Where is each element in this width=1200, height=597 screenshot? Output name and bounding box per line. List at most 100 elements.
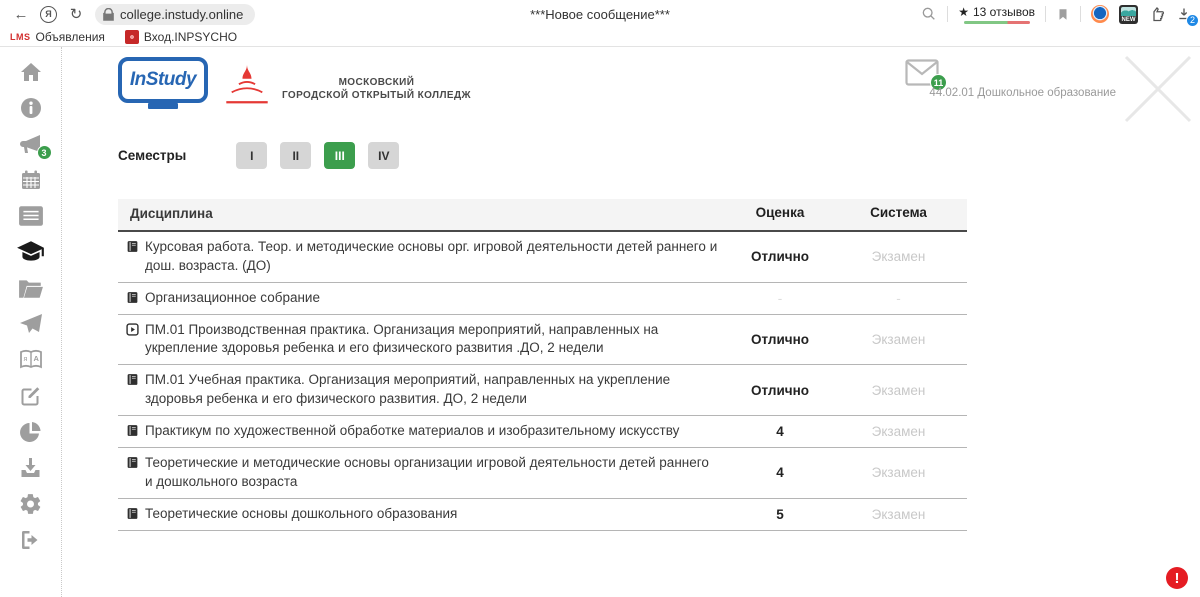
discipline-text: Теоретические и методические основы орга… bbox=[145, 454, 720, 492]
grade-cell: Отлично bbox=[730, 243, 830, 270]
pie-chart-icon bbox=[18, 420, 43, 444]
system-cell: Экзамен bbox=[830, 243, 967, 270]
mail-button[interactable]: 11 bbox=[905, 59, 939, 86]
new-extension-art bbox=[1121, 7, 1136, 16]
sidebar-item-grades[interactable] bbox=[16, 239, 46, 265]
toolbar-divider bbox=[947, 6, 948, 22]
college-tower-icon bbox=[220, 61, 274, 111]
sidebar-item-info[interactable] bbox=[16, 95, 46, 121]
table-header-row: Дисциплина Оценка Система bbox=[118, 199, 967, 232]
book-icon bbox=[126, 291, 139, 304]
yandex-browser-icon[interactable]: Я bbox=[40, 6, 57, 23]
bookmark-flag-icon[interactable] bbox=[1056, 6, 1070, 23]
column-header-grade: Оценка bbox=[730, 199, 830, 230]
sidebar-item-dictionary[interactable]: яA bbox=[16, 347, 46, 373]
new-extension-icon[interactable]: NEW bbox=[1119, 5, 1138, 24]
browser-toolbar: ← Я ↻ college.instudy.online ***Новое со… bbox=[0, 0, 1200, 28]
new-badge: NEW bbox=[1119, 16, 1138, 24]
table-row[interactable]: Теоретические основы дошкольного образов… bbox=[118, 499, 967, 531]
sidebar-item-announcements[interactable]: 3 bbox=[16, 131, 46, 157]
semester-button-IV[interactable]: IV bbox=[368, 142, 399, 169]
system-cell: Экзамен bbox=[830, 377, 967, 404]
close-icon[interactable] bbox=[1118, 49, 1198, 129]
grade-cell: 4 bbox=[730, 418, 830, 445]
system-cell: Экзамен bbox=[830, 459, 967, 486]
toolbar-divider bbox=[1045, 6, 1046, 22]
instudy-logo-text: InStudy bbox=[130, 69, 196, 91]
college-name-line2: ГОРОДСКОЙ ОТКРЫТЫЙ КОЛЛЕДЖ bbox=[282, 89, 471, 102]
back-icon[interactable]: ← bbox=[8, 6, 34, 23]
semester-button-I[interactable]: I bbox=[236, 142, 267, 169]
discipline-text: Теоретические основы дошкольного образов… bbox=[145, 505, 457, 524]
system-cell: Экзамен bbox=[830, 326, 967, 353]
bookmark-label: Объявления bbox=[36, 30, 105, 44]
college-name-line1: МОСКОВСКИЙ bbox=[282, 76, 471, 89]
book-icon bbox=[126, 456, 139, 469]
discipline-text: Практикум по художественной обработке ма… bbox=[145, 422, 679, 441]
downloads-button[interactable]: 2 bbox=[1176, 6, 1192, 23]
logout-icon bbox=[18, 528, 43, 552]
main-content: InStudy МОСКОВСКИЙ ГОРОДСКОЙ ОТКРЫТЫЙ КО… bbox=[62, 47, 1200, 597]
alert-button[interactable]: ! bbox=[1166, 567, 1188, 589]
sidebar-item-downloads[interactable] bbox=[16, 455, 46, 481]
sidebar-item-tests[interactable] bbox=[16, 383, 46, 409]
table-row[interactable]: ПМ.01 Учебная практика. Организация меро… bbox=[118, 365, 967, 416]
sidebar: 3 яA bbox=[0, 47, 62, 597]
browser-extension-icon[interactable] bbox=[1091, 5, 1109, 23]
sidebar-item-calendar[interactable] bbox=[16, 167, 46, 193]
sidebar-item-journal[interactable] bbox=[16, 203, 46, 229]
column-header-system: Система bbox=[830, 199, 967, 230]
reviews-count: 13 отзывов bbox=[973, 5, 1035, 19]
search-icon[interactable] bbox=[921, 6, 937, 22]
grade-cell: Отлично bbox=[730, 326, 830, 353]
grade-cell: Отлично bbox=[730, 377, 830, 404]
announcements-badge: 3 bbox=[37, 145, 52, 160]
book-icon bbox=[126, 373, 139, 386]
table-row[interactable]: ПМ.01 Производственная практика. Организ… bbox=[118, 315, 967, 366]
discipline-text: Курсовая работа. Теор. и методические ос… bbox=[145, 238, 720, 276]
gear-icon bbox=[18, 492, 43, 516]
star-icon: ★ bbox=[958, 5, 969, 19]
sidebar-item-settings[interactable] bbox=[16, 491, 46, 517]
address-bar[interactable]: college.instudy.online bbox=[95, 4, 255, 25]
semester-button-III[interactable]: III bbox=[324, 142, 355, 169]
list-card-icon bbox=[18, 205, 44, 227]
table-row[interactable]: Теоретические и методические основы орга… bbox=[118, 448, 967, 499]
bookmark-label: Вход.INPSYCHO bbox=[144, 30, 237, 44]
bookmarks-bar: LMS Объявления Вход.INPSYCHO bbox=[0, 28, 1200, 47]
sidebar-item-materials[interactable] bbox=[16, 275, 46, 301]
table-row[interactable]: Практикум по художественной обработке ма… bbox=[118, 416, 967, 448]
play-icon bbox=[126, 323, 139, 336]
svg-text:я: я bbox=[23, 356, 27, 363]
semester-switcher: Семестры IIIIIIIV bbox=[118, 142, 412, 169]
column-header-discipline: Дисциплина bbox=[118, 199, 730, 230]
lock-icon bbox=[103, 8, 114, 21]
info-icon bbox=[19, 96, 43, 120]
reviews-widget[interactable]: ★ 13 отзывов bbox=[958, 5, 1035, 24]
hand-extension-icon[interactable] bbox=[1148, 5, 1166, 23]
book-icon bbox=[126, 507, 139, 520]
bookmark-announcements[interactable]: LMS Объявления bbox=[10, 30, 105, 44]
grade-cell: 4 bbox=[730, 459, 830, 486]
calendar-icon bbox=[19, 168, 43, 192]
translate-book-icon: яA bbox=[18, 348, 44, 372]
bookmark-inpsycho[interactable]: Вход.INPSYCHO bbox=[125, 30, 237, 44]
program-title: 44.02.01 Дошкольное образование bbox=[929, 87, 1116, 99]
sidebar-item-messages[interactable] bbox=[16, 311, 46, 337]
table-row[interactable]: Курсовая работа. Теор. и методические ос… bbox=[118, 232, 967, 283]
toolbar-divider bbox=[1080, 6, 1081, 22]
instudy-logo: InStudy bbox=[118, 57, 208, 103]
semester-button-II[interactable]: II bbox=[280, 142, 311, 169]
table-row[interactable]: Организационное собрание - - bbox=[118, 283, 967, 315]
system-cell: Экзамен bbox=[830, 501, 967, 528]
lms-favicon: LMS bbox=[10, 32, 31, 42]
semester-buttons: IIIIIIIV bbox=[236, 142, 412, 169]
refresh-icon[interactable]: ↻ bbox=[63, 5, 89, 23]
graduation-cap-icon bbox=[16, 240, 46, 264]
sidebar-item-home[interactable] bbox=[16, 59, 46, 85]
sidebar-item-statistics[interactable] bbox=[16, 419, 46, 445]
book-icon bbox=[126, 424, 139, 437]
discipline-text: ПМ.01 Учебная практика. Организация меро… bbox=[145, 371, 720, 409]
sidebar-item-logout[interactable] bbox=[16, 527, 46, 553]
discipline-text: ПМ.01 Производственная практика. Организ… bbox=[145, 321, 720, 359]
